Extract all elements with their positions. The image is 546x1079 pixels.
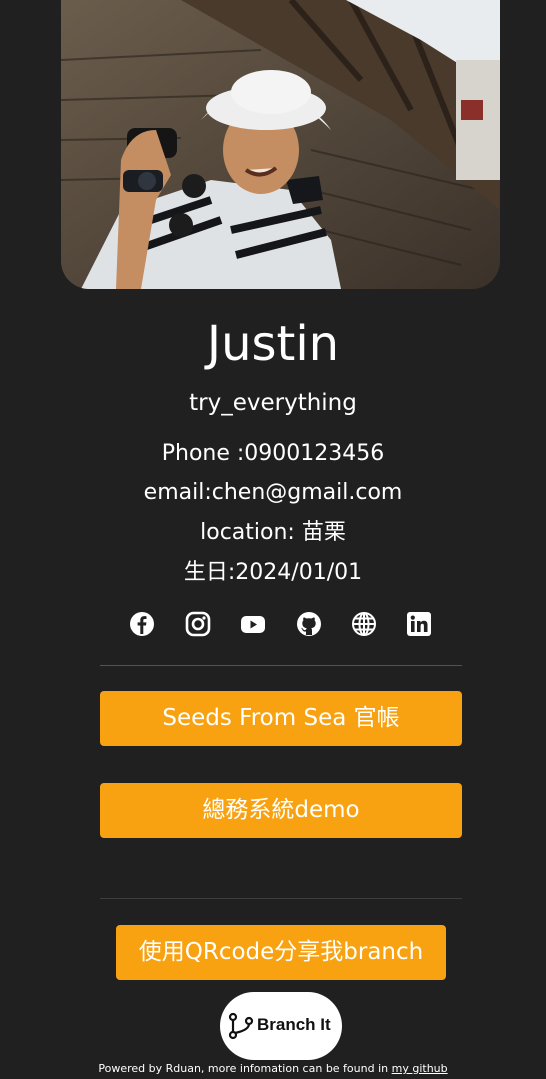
birthday-text: 生日:2024/01/01 bbox=[183, 560, 363, 585]
top-divider bbox=[100, 665, 462, 666]
link-button-admin-demo[interactable]: 總務系統demo bbox=[100, 783, 462, 838]
profile-tagline: try_everything bbox=[189, 390, 357, 416]
location-text: location: 苗栗 bbox=[200, 520, 346, 545]
branch-it-logo-text: Branch It bbox=[257, 1015, 331, 1034]
link-button-seeds-from-sea[interactable]: Seeds From Sea 官帳 bbox=[100, 691, 462, 746]
profile-photo bbox=[61, 0, 500, 289]
footer-text: Powered by Rduan, more infomation can be… bbox=[98, 1062, 392, 1075]
github-link[interactable]: my github bbox=[392, 1062, 448, 1075]
facebook-icon[interactable] bbox=[129, 611, 155, 637]
footer: Powered by Rduan, more infomation can be… bbox=[0, 1061, 546, 1077]
profile-page: Justin try_everything Phone :0900123456 … bbox=[0, 0, 546, 1079]
instagram-icon[interactable] bbox=[185, 611, 211, 637]
branch-icon bbox=[228, 1012, 254, 1040]
social-links bbox=[0, 611, 546, 639]
linkedin-icon[interactable] bbox=[406, 611, 432, 637]
website-icon[interactable] bbox=[351, 611, 377, 637]
github-icon[interactable] bbox=[296, 611, 322, 637]
phone-text: Phone :0900123456 bbox=[161, 441, 385, 466]
share-qrcode-button[interactable]: 使用QRcode分享我branch bbox=[116, 925, 446, 980]
branch-it-logo[interactable]: Branch It bbox=[220, 992, 342, 1060]
profile-name: Justin bbox=[206, 316, 340, 372]
email-text: email:chen@gmail.com bbox=[143, 480, 403, 505]
youtube-icon[interactable] bbox=[240, 611, 266, 637]
bottom-divider bbox=[100, 898, 462, 899]
